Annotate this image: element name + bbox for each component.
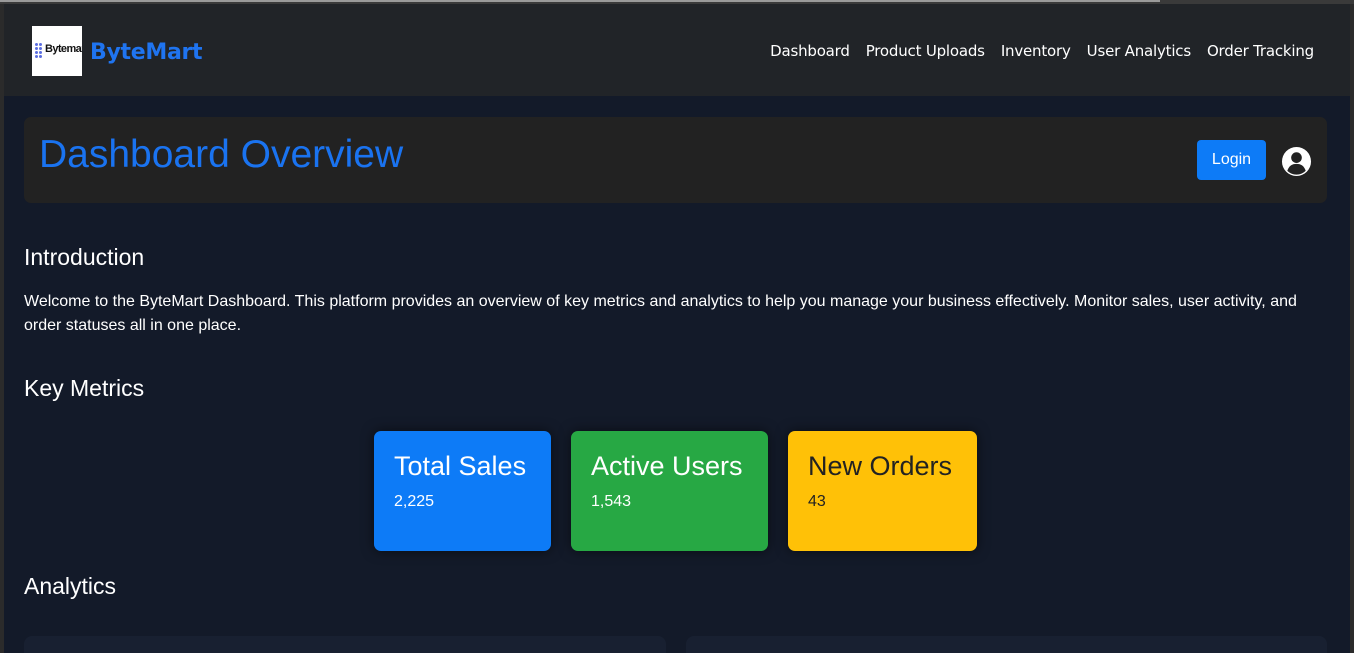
metric-title: Active Users — [591, 451, 743, 481]
metric-value: 43 — [808, 493, 826, 510]
nav-link-inventory[interactable]: Inventory — [1001, 42, 1071, 60]
nav-links: Dashboard Product Uploads Inventory User… — [770, 42, 1314, 60]
nav-link-order-tracking[interactable]: Order Tracking — [1207, 42, 1314, 60]
metric-value: 2,225 — [394, 493, 435, 510]
top-navbar: Bytemart ByteMart Dashboard Product Uplo… — [4, 4, 1350, 96]
login-button[interactable]: Login — [1197, 140, 1266, 180]
nav-link-user-analytics[interactable]: User Analytics — [1087, 42, 1191, 60]
nav-link-product-uploads[interactable]: Product Uploads — [866, 42, 985, 60]
brand-name[interactable]: ByteMart — [90, 40, 203, 65]
brand-logo[interactable]: Bytemart — [32, 26, 82, 76]
page-title: Dashboard Overview — [39, 133, 404, 176]
window-title-highlight — [0, 0, 1160, 2]
user-circle-icon[interactable] — [1281, 146, 1312, 177]
active-users-card: Active Users 1,543 — [571, 431, 768, 551]
nav-link-dashboard[interactable]: Dashboard — [770, 42, 850, 60]
metric-title: New Orders — [808, 451, 953, 481]
logo-dots-icon — [35, 43, 45, 59]
metric-title: Total Sales — [394, 451, 527, 481]
logo-wordmark: Bytemart — [45, 43, 82, 55]
page-viewport: Bytemart ByteMart Dashboard Product Uplo… — [4, 4, 1350, 653]
metric-value: 1,543 — [591, 493, 632, 510]
introduction-heading: Introduction — [24, 244, 145, 270]
total-sales-card: Total Sales 2,225 — [374, 431, 551, 551]
key-metrics-heading: Key Metrics — [24, 375, 145, 401]
analytics-chart-card-left — [24, 636, 666, 653]
new-orders-card: New Orders 43 — [788, 431, 977, 551]
page-header: Dashboard Overview Login — [24, 117, 1327, 203]
analytics-chart-card-right — [686, 636, 1327, 653]
introduction-text: Welcome to the ByteMart Dashboard. This … — [24, 293, 1297, 334]
analytics-heading: Analytics — [24, 573, 117, 599]
